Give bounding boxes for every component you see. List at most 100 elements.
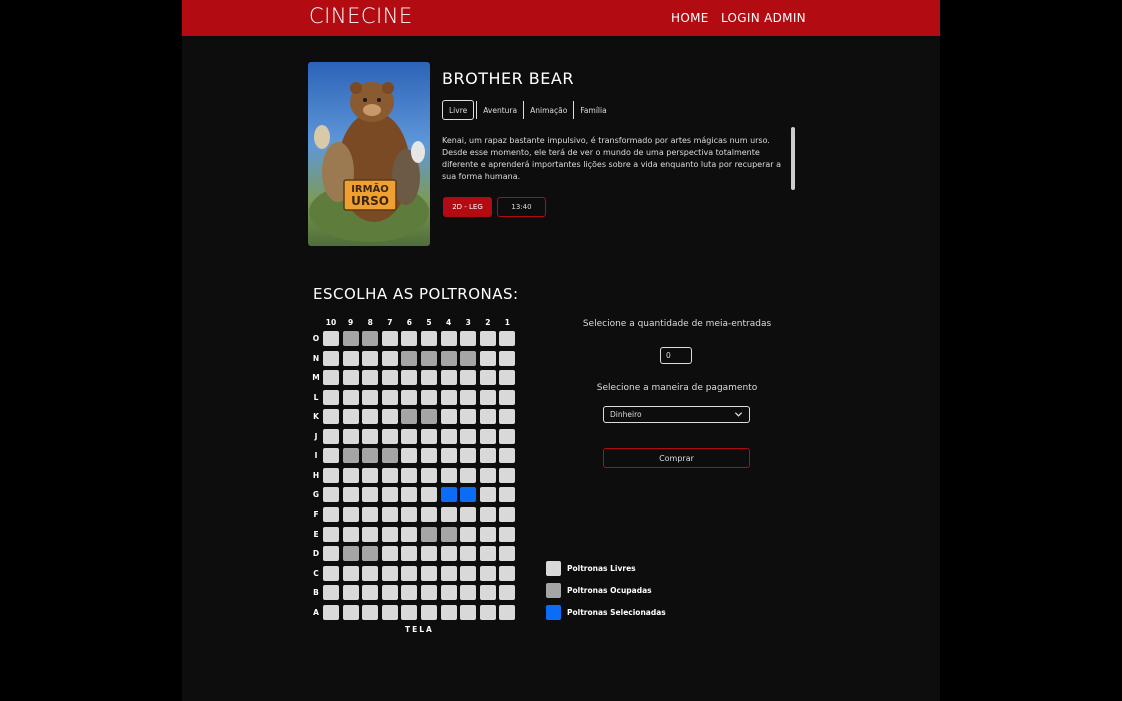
seat-N9[interactable] bbox=[342, 350, 359, 366]
seat-G2[interactable] bbox=[479, 487, 496, 503]
seat-O4[interactable] bbox=[440, 331, 457, 346]
seat-H5[interactable] bbox=[421, 467, 437, 483]
brand-logo[interactable]: CINECINE bbox=[309, 4, 413, 28]
seat-C9[interactable] bbox=[342, 565, 359, 581]
seat-M10[interactable] bbox=[323, 370, 339, 386]
seat-G3[interactable] bbox=[460, 487, 477, 503]
seat-B5[interactable] bbox=[421, 585, 437, 601]
seat-G1[interactable] bbox=[499, 487, 516, 503]
seat-A8[interactable] bbox=[362, 604, 379, 620]
seat-J10[interactable] bbox=[323, 428, 339, 444]
seat-O1[interactable] bbox=[499, 331, 516, 346]
seat-E7[interactable] bbox=[381, 526, 398, 542]
seat-L4[interactable] bbox=[440, 389, 457, 405]
seat-B4[interactable] bbox=[440, 585, 457, 601]
seat-K1[interactable] bbox=[499, 409, 516, 425]
seat-H4[interactable] bbox=[440, 467, 457, 483]
seat-O5[interactable] bbox=[421, 331, 437, 346]
seat-L2[interactable] bbox=[479, 389, 496, 405]
seat-M4[interactable] bbox=[440, 370, 457, 386]
seat-A4[interactable] bbox=[440, 604, 457, 620]
seat-C10[interactable] bbox=[323, 565, 339, 581]
seat-B1[interactable] bbox=[499, 585, 516, 601]
seat-H10[interactable] bbox=[323, 467, 339, 483]
seat-L7[interactable] bbox=[381, 389, 398, 405]
nav-home-link[interactable]: HOME bbox=[671, 11, 709, 25]
seat-C1[interactable] bbox=[499, 565, 516, 581]
seat-J3[interactable] bbox=[460, 428, 477, 444]
seat-D6[interactable] bbox=[401, 546, 418, 562]
seat-N7[interactable] bbox=[381, 350, 398, 366]
seat-N8[interactable] bbox=[362, 350, 379, 366]
buy-button[interactable]: Comprar bbox=[603, 448, 750, 468]
seat-E9[interactable] bbox=[342, 526, 359, 542]
seat-J8[interactable] bbox=[362, 428, 379, 444]
seat-M7[interactable] bbox=[381, 370, 398, 386]
seat-E3[interactable] bbox=[460, 526, 477, 542]
seat-L10[interactable] bbox=[323, 389, 339, 405]
seat-G4[interactable] bbox=[440, 487, 457, 503]
seat-H8[interactable] bbox=[362, 467, 379, 483]
seat-K8[interactable] bbox=[362, 409, 379, 425]
seat-I10[interactable] bbox=[323, 448, 339, 464]
seat-K2[interactable] bbox=[479, 409, 496, 425]
payment-method-select[interactable]: Dinheiro bbox=[603, 406, 750, 423]
seat-E2[interactable] bbox=[479, 526, 496, 542]
seat-L9[interactable] bbox=[342, 389, 359, 405]
seat-J6[interactable] bbox=[401, 428, 418, 444]
seat-M2[interactable] bbox=[479, 370, 496, 386]
seat-L3[interactable] bbox=[460, 389, 477, 405]
seat-F1[interactable] bbox=[499, 506, 516, 522]
seat-M6[interactable] bbox=[401, 370, 418, 386]
seat-O7[interactable] bbox=[381, 331, 398, 346]
seat-O10[interactable] bbox=[323, 331, 339, 346]
seat-M3[interactable] bbox=[460, 370, 477, 386]
seat-K4[interactable] bbox=[440, 409, 457, 425]
seat-F4[interactable] bbox=[440, 506, 457, 522]
seat-A2[interactable] bbox=[479, 604, 496, 620]
seat-M5[interactable] bbox=[421, 370, 437, 386]
seat-C3[interactable] bbox=[460, 565, 477, 581]
seat-F3[interactable] bbox=[460, 506, 477, 522]
seat-A6[interactable] bbox=[401, 604, 418, 620]
seat-B7[interactable] bbox=[381, 585, 398, 601]
seat-D5[interactable] bbox=[421, 546, 437, 562]
seat-J1[interactable] bbox=[499, 428, 516, 444]
seat-I4[interactable] bbox=[440, 448, 457, 464]
seat-I2[interactable] bbox=[479, 448, 496, 464]
seat-H1[interactable] bbox=[499, 467, 516, 483]
seat-G5[interactable] bbox=[421, 487, 437, 503]
seat-L5[interactable] bbox=[421, 389, 437, 405]
seat-H3[interactable] bbox=[460, 467, 477, 483]
seat-G6[interactable] bbox=[401, 487, 418, 503]
seat-J2[interactable] bbox=[479, 428, 496, 444]
seat-C6[interactable] bbox=[401, 565, 418, 581]
seat-J7[interactable] bbox=[381, 428, 398, 444]
seat-J9[interactable] bbox=[342, 428, 359, 444]
seat-H2[interactable] bbox=[479, 467, 496, 483]
seat-F8[interactable] bbox=[362, 506, 379, 522]
session-time-button[interactable]: 13:40 bbox=[497, 197, 546, 217]
seat-B8[interactable] bbox=[362, 585, 379, 601]
seat-C8[interactable] bbox=[362, 565, 379, 581]
seat-A10[interactable] bbox=[323, 604, 339, 620]
seat-O6[interactable] bbox=[401, 331, 418, 346]
seat-D3[interactable] bbox=[460, 546, 477, 562]
seat-N2[interactable] bbox=[479, 350, 496, 366]
seat-C5[interactable] bbox=[421, 565, 437, 581]
seat-J4[interactable] bbox=[440, 428, 457, 444]
seat-F7[interactable] bbox=[381, 506, 398, 522]
synopsis-scrollbar[interactable] bbox=[791, 127, 795, 190]
seat-J5[interactable] bbox=[421, 428, 437, 444]
seat-G10[interactable] bbox=[323, 487, 339, 503]
seat-F6[interactable] bbox=[401, 506, 418, 522]
seat-B10[interactable] bbox=[323, 585, 339, 601]
seat-F10[interactable] bbox=[323, 506, 339, 522]
seat-B9[interactable] bbox=[342, 585, 359, 601]
seat-A1[interactable] bbox=[499, 604, 516, 620]
seat-M9[interactable] bbox=[342, 370, 359, 386]
seat-C2[interactable] bbox=[479, 565, 496, 581]
seat-O2[interactable] bbox=[479, 331, 496, 346]
seat-K7[interactable] bbox=[381, 409, 398, 425]
seat-L6[interactable] bbox=[401, 389, 418, 405]
